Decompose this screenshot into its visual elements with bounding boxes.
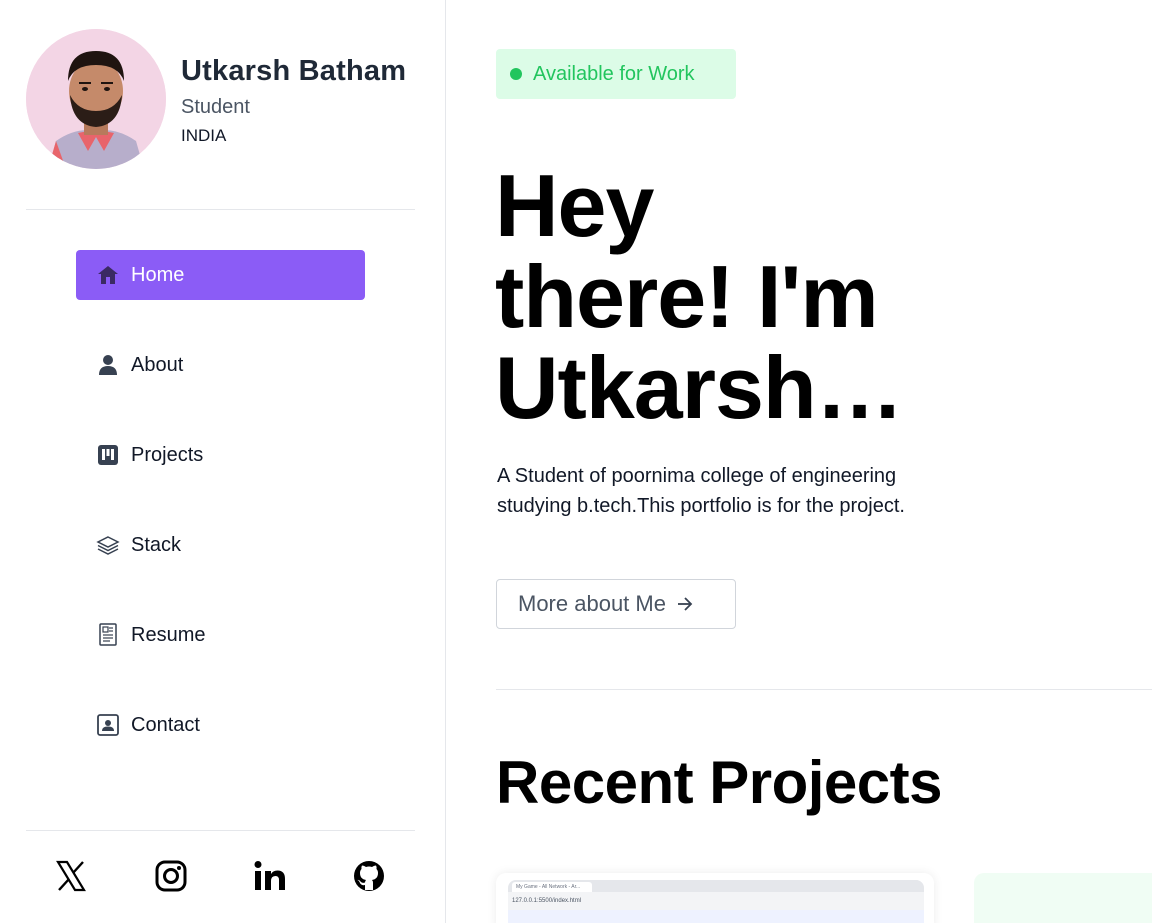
sidebar-item-label: Home [131, 263, 185, 286]
avatar [26, 29, 166, 169]
thumbnail-page [508, 910, 924, 923]
project-thumbnail: My Game - All Network - Ar... 127.0.0.1:… [508, 880, 924, 923]
main-content: Available for Work Hey there! I'm Utkars… [447, 0, 1152, 923]
linkedin-icon[interactable] [252, 858, 288, 894]
profile-role: Student [181, 96, 250, 118]
hero-line-3: Utkarsh… [495, 338, 904, 437]
project-card[interactable]: My Game - All Network - Ar... 127.0.0.1:… [496, 873, 934, 923]
sidebar-item-about[interactable]: About [76, 340, 365, 390]
home-icon [96, 263, 120, 287]
profile-card: Utkarsh Batham Student INDIA [26, 29, 426, 169]
contact-card-icon [96, 713, 120, 737]
user-icon [96, 353, 120, 377]
project-card[interactable] [974, 873, 1152, 923]
more-about-me-label: More about Me [518, 591, 666, 616]
sidebar-item-home[interactable]: Home [76, 250, 365, 300]
hero-description: A Student of poornima college of enginee… [497, 465, 905, 517]
sidebar-item-label: About [131, 353, 184, 376]
sidebar-item-label: Contact [131, 713, 200, 736]
document-icon [96, 623, 120, 647]
availability-badge: Available for Work [496, 49, 736, 99]
status-dot-icon [510, 68, 522, 80]
sidebar-item-stack[interactable]: Stack [76, 520, 365, 570]
section-title: Recent Projects [496, 749, 943, 816]
thumbnail-url: 127.0.0.1:5500/index.html [512, 898, 582, 904]
thumbnail-tabbar: My Game - All Network - Ar... [508, 880, 924, 892]
arrow-right-icon [676, 596, 694, 612]
sidebar-item-contact[interactable]: Contact [76, 700, 365, 750]
availability-text: Available for Work [533, 62, 695, 85]
more-about-me-button[interactable]: More about Me [496, 579, 736, 629]
instagram-icon[interactable] [153, 858, 189, 894]
profile-name: Utkarsh Batham [181, 55, 407, 87]
layers-icon [96, 533, 120, 557]
kanban-icon [96, 443, 120, 467]
hero-heading: Hey there! I'm Utkarsh… [495, 160, 1095, 433]
sidebar-divider-top [26, 209, 415, 210]
x-icon[interactable] [53, 858, 89, 894]
thumbnail-tab: My Game - All Network - Ar... [512, 882, 592, 892]
main-divider [496, 689, 1152, 690]
sidebar-divider-bottom [26, 830, 415, 831]
social-links [26, 852, 415, 902]
sidebar-item-label: Resume [131, 623, 206, 646]
hero-line-2: there! I'm [495, 247, 879, 346]
sidebar-item-resume[interactable]: Resume [76, 610, 365, 660]
sidebar-item-label: Stack [131, 533, 182, 556]
github-icon[interactable] [351, 858, 387, 894]
hero-line-1: Hey [495, 156, 654, 255]
sidebar: Utkarsh Batham Student INDIA Home About … [0, 0, 446, 923]
sidebar-item-projects[interactable]: Projects [76, 430, 365, 480]
sidebar-item-label: Projects [131, 443, 204, 466]
profile-country: INDIA [181, 126, 227, 145]
